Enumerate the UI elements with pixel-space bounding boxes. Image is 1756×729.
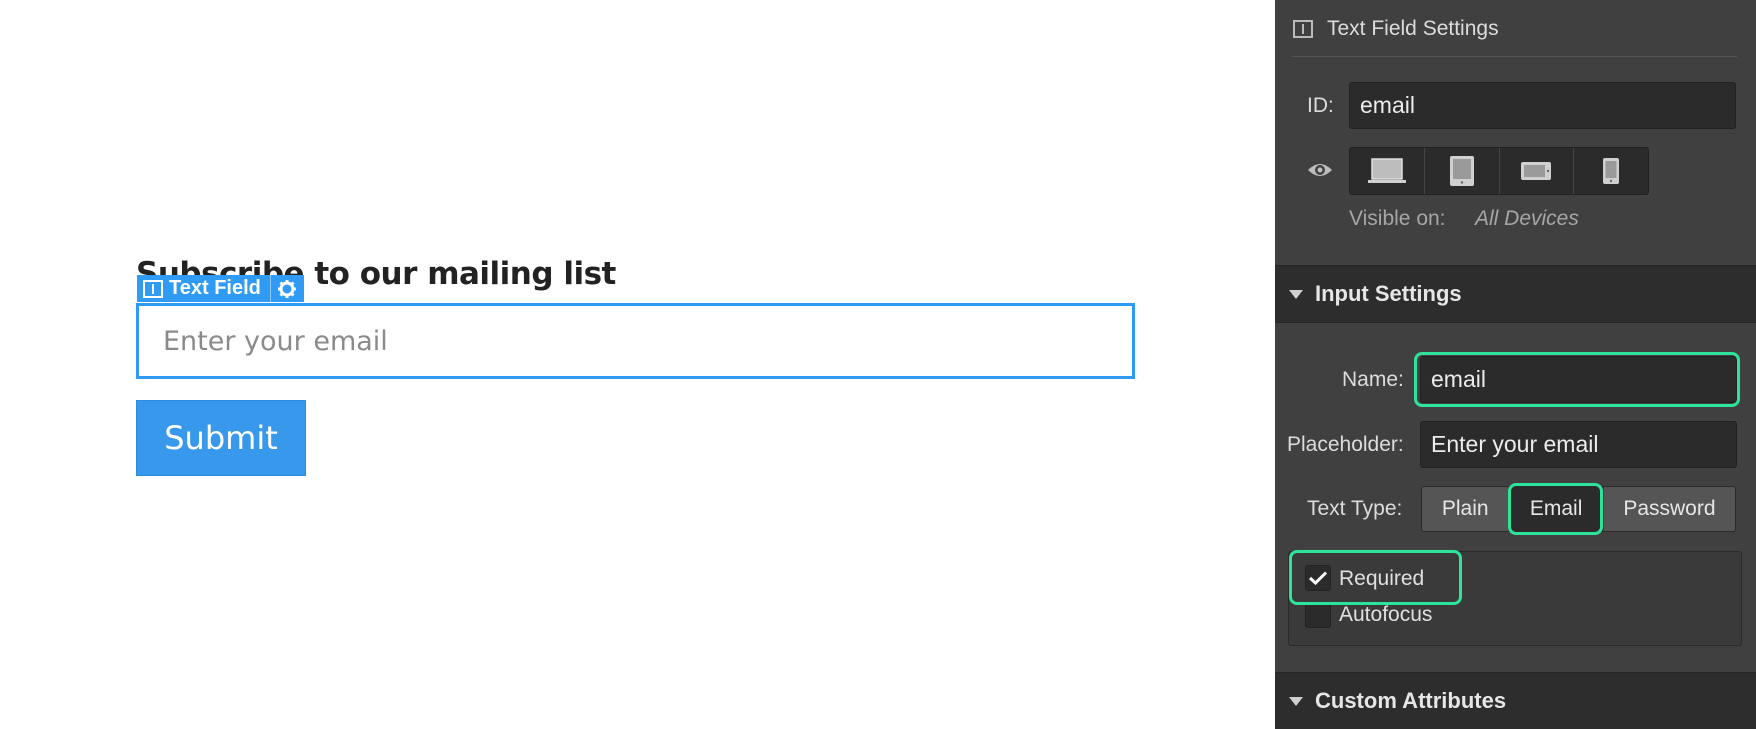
element-badge-label: Text Field — [169, 277, 261, 299]
element-badge[interactable]: Text Field — [137, 275, 304, 302]
panel-title: Text Field Settings — [1327, 17, 1499, 40]
placeholder-label: Placeholder: — [1287, 433, 1404, 456]
submit-button[interactable]: Submit — [136, 400, 306, 476]
visible-on-value: All Devices — [1475, 207, 1579, 230]
mobile-landscape-icon[interactable] — [1500, 148, 1575, 194]
eye-icon[interactable] — [1307, 160, 1333, 186]
mobile-portrait-icon[interactable] — [1574, 148, 1648, 194]
designer-canvas: Subscribe to our mailing list Text Field… — [0, 0, 1275, 729]
placeholder-field[interactable]: Enter your email — [1420, 421, 1737, 468]
text-type-plain[interactable]: Plain — [1422, 487, 1510, 531]
settings-panel: Text Field Settings ID: email Visible on… — [1275, 0, 1756, 729]
gear-icon[interactable] — [269, 275, 304, 302]
id-label: ID: — [1307, 94, 1334, 117]
autofocus-checkbox[interactable] — [1305, 602, 1331, 628]
caret-down-icon — [1289, 696, 1303, 706]
email-field[interactable] — [136, 303, 1135, 379]
divider — [1292, 56, 1737, 57]
email-type-highlight — [1508, 483, 1603, 535]
custom-attributes-title: Custom Attributes — [1315, 688, 1507, 713]
id-field[interactable]: email — [1349, 82, 1736, 129]
device-visibility-group — [1349, 147, 1649, 195]
name-field-highlight — [1414, 352, 1740, 407]
tablet-icon[interactable] — [1425, 148, 1500, 194]
required-highlight — [1289, 550, 1462, 605]
input-settings-header[interactable]: Input Settings — [1275, 265, 1756, 323]
text-type-label: Text Type: — [1307, 497, 1403, 520]
caret-down-icon — [1289, 289, 1303, 299]
panel-header: Text Field Settings — [1293, 12, 1499, 46]
text-field-icon — [1293, 20, 1313, 38]
custom-attributes-header[interactable]: Custom Attributes — [1275, 672, 1756, 729]
text-field-icon — [143, 279, 163, 298]
name-label: Name: — [1342, 368, 1404, 391]
input-settings-title: Input Settings — [1315, 281, 1462, 306]
text-type-password[interactable]: Password — [1604, 487, 1735, 531]
desktop-icon[interactable] — [1350, 148, 1425, 194]
visible-on-label: Visible on: — [1349, 207, 1446, 230]
autofocus-label: Autofocus — [1339, 603, 1433, 626]
